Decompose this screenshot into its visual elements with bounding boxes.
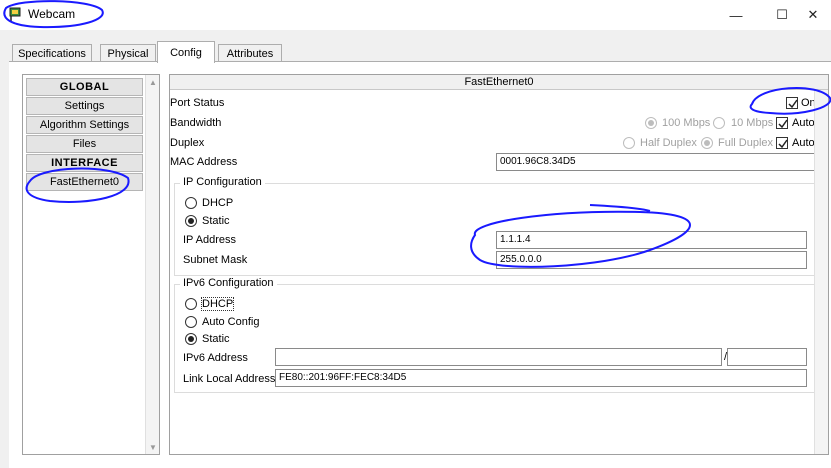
tab-config[interactable]: Config (157, 41, 215, 63)
ipv4-static-radio[interactable] (185, 215, 197, 227)
bandwidth-100-label: 100 Mbps (662, 117, 711, 129)
scroll-down-icon[interactable]: ▼ (146, 440, 160, 454)
check-icon (778, 119, 788, 129)
config-nav-list: GLOBAL Settings Algorithm Settings Files… (22, 74, 160, 455)
link-local-address-field[interactable]: FE80::201:96FF:FEC8:34D5 (275, 369, 807, 387)
duplex-auto-label: Auto (792, 137, 815, 149)
mac-address-label: MAC Address (170, 156, 238, 168)
ipv6-auto-config-radio[interactable] (185, 316, 197, 328)
ipv4-static-label: Static (202, 215, 230, 227)
ipv6-address-field[interactable] (275, 348, 722, 366)
tab-attributes[interactable]: Attributes (218, 44, 282, 62)
nav-header-interface: INTERFACE (26, 154, 143, 172)
duplex-auto-checkbox[interactable] (776, 137, 788, 149)
tab-physical[interactable]: Physical (100, 44, 156, 62)
bandwidth-100-radio[interactable] (645, 117, 657, 129)
scroll-up-icon[interactable]: ▲ (146, 75, 160, 89)
ipv6-configuration-title: IPv6 Configuration (180, 277, 277, 289)
ip-address-label: IP Address (183, 234, 236, 246)
nav-item-settings[interactable]: Settings (26, 97, 143, 115)
link-local-address-label: Link Local Address: (183, 373, 279, 385)
ip-configuration-title: IP Configuration (180, 176, 265, 188)
bandwidth-label: Bandwidth (170, 117, 222, 129)
bandwidth-auto-label: Auto (792, 117, 815, 129)
window-title: Webcam (28, 7, 76, 21)
check-icon (778, 139, 788, 149)
ipv6-static-label: Static (202, 333, 230, 345)
subnet-mask-field[interactable]: 255.0.0.0 (496, 251, 807, 269)
port-status-label: Port Status (170, 97, 225, 109)
ipv6-auto-config-label: Auto Config (202, 316, 260, 328)
ipv6-prefix-field[interactable] (727, 348, 807, 366)
nav-item-algorithm-settings[interactable]: Algorithm Settings (26, 116, 143, 134)
interface-panel: FastEthernet0 Port Status On Bandwidth 1… (169, 74, 829, 455)
port-status-checkbox[interactable] (786, 97, 798, 109)
subnet-mask-label: Subnet Mask (183, 254, 248, 266)
close-icon[interactable]: ✕ (790, 2, 831, 28)
title-bar: Webcam — ☐ ✕ (0, 0, 831, 30)
check-icon (788, 99, 798, 109)
bandwidth-10-label: 10 Mbps (731, 117, 774, 129)
nav-scrollbar[interactable]: ▲ ▼ (145, 75, 159, 454)
ip-address-field[interactable]: 1.1.1.4 (496, 231, 807, 249)
duplex-half-radio[interactable] (623, 137, 635, 149)
bandwidth-auto-checkbox[interactable] (776, 117, 788, 129)
duplex-full-radio[interactable] (701, 137, 713, 149)
nav-item-files[interactable]: Files (26, 135, 143, 153)
tab-bar: Specifications Physical Config Attribute… (0, 30, 831, 63)
panel-scrollbar[interactable] (814, 90, 828, 454)
ipv6-address-label: IPv6 Address (183, 352, 248, 364)
mac-address-field[interactable]: 0001.96C8.34D5 (496, 153, 822, 171)
ipv4-dhcp-label: DHCP (202, 197, 234, 209)
ipv6-static-radio[interactable] (185, 333, 197, 345)
duplex-full-label: Full Duplex (718, 137, 774, 149)
duplex-half-label: Half Duplex (640, 137, 697, 149)
tab-specifications[interactable]: Specifications (12, 44, 92, 62)
webcam-app-icon (9, 7, 21, 21)
ipv6-dhcp-radio[interactable] (185, 298, 197, 310)
nav-header-global: GLOBAL (26, 78, 143, 96)
ipv6-dhcp-label: DHCP (200, 297, 235, 311)
nav-item-fastethernet0[interactable]: FastEthernet0 (26, 173, 143, 191)
ipv4-dhcp-radio[interactable] (185, 197, 197, 209)
config-content: GLOBAL Settings Algorithm Settings Files… (9, 61, 831, 468)
duplex-label: Duplex (170, 137, 205, 149)
bandwidth-10-radio[interactable] (713, 117, 725, 129)
minimize-icon[interactable]: — (713, 2, 759, 28)
panel-title: FastEthernet0 (170, 75, 828, 90)
